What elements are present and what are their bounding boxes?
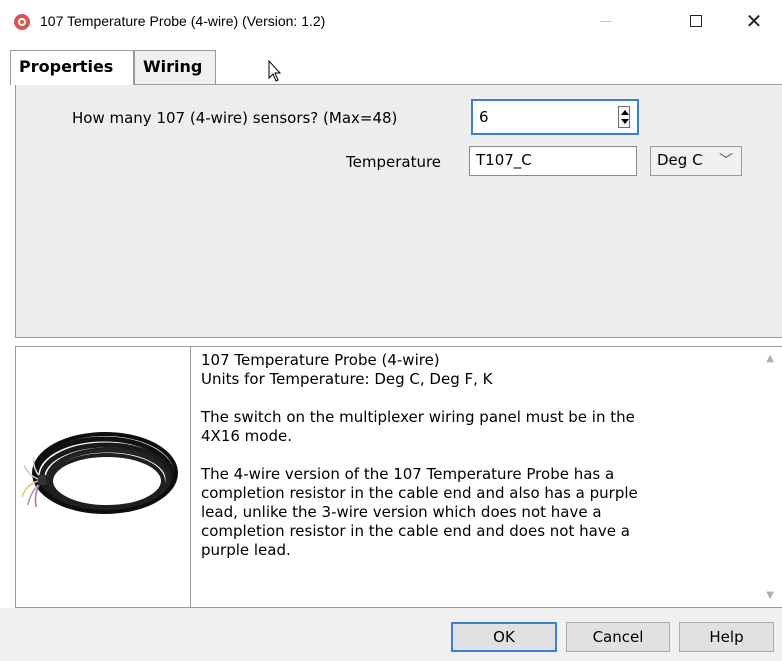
description-line: completion resistor in the cable end and… [201, 484, 638, 502]
temperature-label: Temperature [346, 153, 442, 171]
window-title: 107 Temperature Probe (4-wire) (Version:… [40, 13, 326, 29]
cancel-button[interactable]: Cancel [566, 622, 670, 652]
spinner-buttons[interactable] [618, 106, 630, 128]
mouse-cursor-icon [268, 60, 282, 82]
button-bar: OK Cancel Help [0, 608, 782, 661]
description-line: purple lead. [201, 541, 291, 559]
unit-select[interactable]: Deg C ﹀ [650, 146, 742, 176]
description-line: The 4-wire version of the 107 Temperatur… [201, 465, 615, 483]
description-line: completion resistor in the cable end and… [201, 522, 630, 540]
description-line: lead, unlike the 3-wire version which do… [201, 503, 602, 521]
sensor-count-label: How many 107 (4-wire) sensors? (Max=48) [72, 109, 398, 127]
scroll-up-icon[interactable]: ▲ [766, 353, 774, 364]
sensor-count-spinner[interactable]: 6 [471, 99, 639, 135]
spin-up-icon[interactable] [621, 110, 629, 115]
probe-image [16, 347, 191, 607]
tab-strip: Properties Wiring [10, 50, 782, 85]
sensor-count-value[interactable]: 6 [479, 108, 489, 126]
minimize-button[interactable] [578, 0, 634, 42]
description-line: 4X16 mode. [201, 427, 292, 445]
description-line: 107 Temperature Probe (4-wire) [201, 351, 440, 369]
tab-properties[interactable]: Properties [10, 50, 134, 85]
maximize-button[interactable] [668, 0, 724, 42]
chevron-down-icon: ﹀ [719, 153, 733, 169]
description-text: 107 Temperature Probe (4-wire) Units for… [201, 351, 746, 560]
description-line: Units for Temperature: Deg C, Deg F, K [201, 370, 493, 388]
tab-wiring[interactable]: Wiring [134, 50, 216, 84]
unit-select-value: Deg C [657, 151, 703, 169]
temperature-field[interactable]: T107_C [469, 146, 637, 176]
ok-button[interactable]: OK [451, 622, 557, 652]
maximize-icon [690, 15, 702, 27]
close-icon: ✕ [745, 9, 763, 33]
app-logo-icon [14, 14, 30, 30]
coiled-cable-image [21, 432, 178, 514]
close-button[interactable]: ✕ [726, 0, 782, 42]
spin-down-icon[interactable] [621, 119, 629, 124]
minimize-icon [600, 20, 612, 22]
properties-panel: How many 107 (4-wire) sensors? (Max=48) … [15, 84, 782, 338]
description-area: 107 Temperature Probe (4-wire) Units for… [15, 346, 782, 608]
help-button[interactable]: Help [679, 622, 774, 652]
title-bar: 107 Temperature Probe (4-wire) (Version:… [0, 0, 782, 42]
description-line: The switch on the multiplexer wiring pan… [201, 408, 635, 426]
scroll-down-icon[interactable]: ▼ [766, 590, 774, 601]
